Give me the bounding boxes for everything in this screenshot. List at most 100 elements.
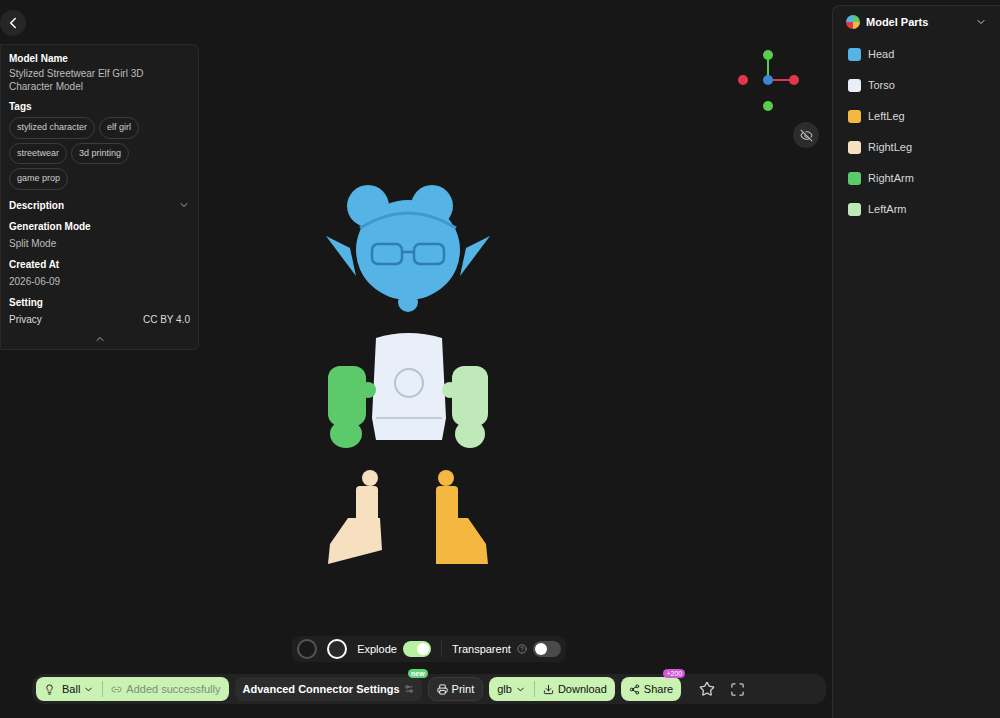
- model-part-item[interactable]: LeftLeg: [833, 101, 1000, 132]
- bottom-controls: Explode Transparent BallAdded successfully…: [0, 636, 832, 718]
- created-section: Created At2026-06-09: [9, 257, 190, 289]
- axis-gizmo-icon[interactable]: [736, 48, 800, 112]
- share-badge: +200: [663, 669, 685, 678]
- part-color-swatch: [848, 79, 861, 92]
- description-row[interactable]: Description: [9, 198, 190, 213]
- eye-off-icon: [800, 129, 813, 142]
- bulb-icon: [44, 684, 55, 695]
- right-leg-part[interactable]: [328, 470, 382, 564]
- part-color-swatch: [848, 141, 861, 154]
- left-arm-part[interactable]: [442, 366, 488, 448]
- connector-select[interactable]: Ball: [36, 681, 102, 698]
- part-color-swatch: [848, 172, 861, 185]
- tag-list: stylized characterelf girl streetwear3d p…: [9, 117, 190, 190]
- head-part[interactable]: [326, 185, 490, 312]
- part-name: LeftLeg: [868, 108, 905, 125]
- privacy-label: Privacy: [9, 312, 42, 327]
- fullscreen-icon: [730, 682, 745, 697]
- settings-icon: [404, 684, 414, 694]
- part-color-swatch: [848, 48, 861, 61]
- back-icon: [4, 14, 22, 32]
- collapse-row[interactable]: [9, 333, 190, 345]
- dropdown-icon: [515, 684, 526, 695]
- part-color-swatch: [848, 110, 861, 123]
- main-area: Model NameStylized Streetwear Elf Girl 3…: [0, 0, 832, 718]
- tags-label: Tags: [9, 99, 190, 114]
- toggle-switch[interactable]: [533, 641, 561, 657]
- tag[interactable]: streetwear: [9, 143, 67, 165]
- part-name: LeftArm: [868, 201, 907, 218]
- model-parts-title: Model Parts: [846, 14, 928, 31]
- help-icon[interactable]: [517, 644, 527, 654]
- parts-icon: [846, 15, 860, 29]
- hide-parts-button[interactable]: [793, 122, 819, 148]
- part-name: RightArm: [868, 170, 914, 187]
- model-figure[interactable]: [320, 178, 500, 573]
- model-name-section: Model NameStylized Streetwear Elf Girl 3…: [9, 51, 190, 93]
- part-name: Torso: [868, 77, 895, 94]
- back-button[interactable]: [0, 10, 26, 36]
- dropdown-icon: [83, 684, 94, 695]
- privacy-row: Privacy CC BY 4.0: [9, 312, 190, 327]
- tags-section: Tags stylized characterelf girl streetwear…: [9, 99, 190, 190]
- app: Model NameStylized Streetwear Elf Girl 3…: [0, 0, 1000, 718]
- collapse-icon: [975, 16, 987, 28]
- model-part-item[interactable]: LeftArm: [833, 194, 1000, 225]
- expand-icon: [178, 199, 190, 211]
- part-color-swatch: [848, 203, 861, 216]
- fullscreen-button[interactable]: [725, 677, 749, 701]
- left-leg-part[interactable]: [436, 470, 488, 564]
- connector-value: Ball: [62, 681, 80, 698]
- share-icon: [629, 684, 640, 695]
- new-badge: new: [408, 669, 428, 678]
- format-select[interactable]: glb: [489, 681, 534, 698]
- model-part-item[interactable]: RightArm: [833, 163, 1000, 194]
- part-name: RightLeg: [868, 139, 912, 156]
- model-parts-list: Head Torso LeftLeg RightLeg RightArm LeftArm: [833, 39, 1000, 225]
- generation-mode-label: Generation Mode: [9, 219, 190, 234]
- download-button[interactable]: Download: [534, 681, 615, 698]
- download-icon: [543, 684, 554, 695]
- setting-label: Setting: [9, 295, 190, 310]
- model-info-panel: Model NameStylized Streetwear Elf Girl 3…: [0, 44, 199, 350]
- model-parts-header[interactable]: Model Parts: [833, 6, 1000, 39]
- view-toggle-bar: Explode Transparent: [292, 636, 566, 662]
- share-button[interactable]: Share+200: [621, 677, 681, 701]
- advanced-settings-button[interactable]: Advanced Connector Settingsnew: [235, 677, 422, 701]
- right-arm-part[interactable]: [328, 366, 376, 448]
- render-mode-wire[interactable]: [327, 639, 347, 659]
- collapse-icon: [94, 333, 106, 345]
- part-name: Head: [868, 46, 894, 63]
- model-name-label: Model Name: [9, 51, 190, 66]
- view-toggle[interactable]: Transparent: [441, 641, 561, 658]
- connector-group: BallAdded successfully: [36, 677, 229, 701]
- generation-mode: Split Mode: [9, 236, 190, 251]
- download-group: glbDownload: [489, 677, 615, 701]
- privacy-value: CC BY 4.0: [143, 312, 190, 327]
- torso-part[interactable]: [372, 333, 446, 440]
- view-toggle[interactable]: Explode: [357, 641, 431, 658]
- toggle-knob: [535, 643, 547, 655]
- link-icon: [111, 684, 122, 695]
- tag[interactable]: 3d printing: [71, 143, 129, 165]
- tag[interactable]: game prop: [9, 168, 68, 190]
- toggle-knob: [417, 643, 429, 655]
- model-name: Stylized Streetwear Elf Girl 3D Characte…: [9, 67, 190, 93]
- printer-icon: [437, 684, 448, 695]
- created-label: Created At: [9, 257, 190, 272]
- toggle-label: Transparent: [452, 641, 511, 658]
- model-part-item[interactable]: Head: [833, 39, 1000, 70]
- render-mode-solid[interactable]: [297, 639, 317, 659]
- description-label: Description: [9, 198, 64, 213]
- model-parts-panel: Model Parts Head Torso LeftLeg RightLeg Right…: [832, 5, 1000, 718]
- setting-section: Setting Privacy CC BY 4.0: [9, 295, 190, 327]
- tag[interactable]: elf girl: [99, 117, 139, 139]
- viewport[interactable]: Model NameStylized Streetwear Elf Girl 3…: [0, 0, 832, 636]
- model-part-item[interactable]: Torso: [833, 70, 1000, 101]
- print-button[interactable]: Print: [428, 677, 484, 701]
- model-part-item[interactable]: RightLeg: [833, 132, 1000, 163]
- favorite-button[interactable]: [695, 677, 719, 701]
- toggle-switch[interactable]: [403, 641, 431, 657]
- toolbar: BallAdded successfullyAdvanced Connector…: [32, 674, 826, 704]
- tag[interactable]: stylized character: [9, 117, 95, 139]
